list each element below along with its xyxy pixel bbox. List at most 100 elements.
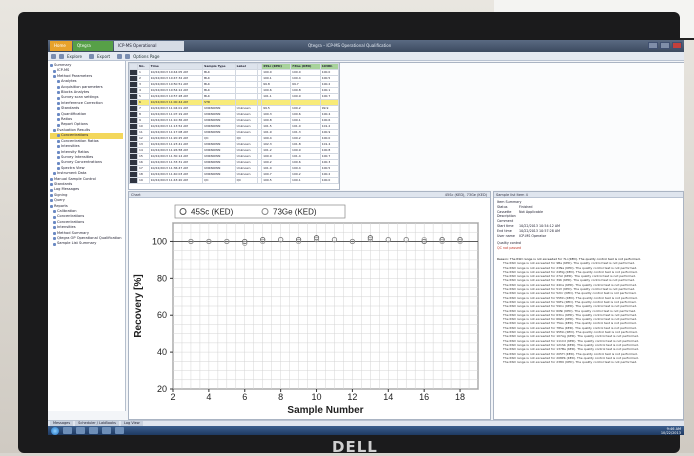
tree-node-icon bbox=[53, 215, 56, 219]
x-tick-label: 10 bbox=[312, 392, 322, 402]
x-tick-label: 6 bbox=[242, 392, 247, 402]
tree-node-icon bbox=[57, 134, 60, 138]
tree-node-icon bbox=[50, 199, 53, 203]
tree-node-icon bbox=[53, 237, 56, 241]
tree-node-icon bbox=[57, 139, 60, 143]
tree-node-icon bbox=[50, 188, 53, 192]
tree-node-icon bbox=[57, 91, 60, 95]
legend-label: 73Ge (KED) bbox=[273, 208, 317, 217]
tree-node-icon bbox=[53, 242, 56, 246]
tab-qualification-grid[interactable]: ICP-MS Operational Qualification - Grid.… bbox=[114, 41, 184, 58]
x-tick-label: 18 bbox=[455, 392, 465, 402]
taskbar-app-window-icon[interactable] bbox=[115, 427, 124, 434]
qc-status: QC not passed bbox=[497, 246, 522, 251]
row-selector[interactable] bbox=[129, 177, 138, 184]
save-icon[interactable] bbox=[51, 53, 56, 59]
grid-empty-area bbox=[340, 62, 684, 190]
tree-node-icon bbox=[57, 107, 60, 111]
table-cell[interactable]: QC bbox=[234, 177, 259, 184]
tree-node-icon bbox=[57, 85, 60, 89]
y-tick-label: 100 bbox=[152, 236, 167, 246]
x-tick-label: 14 bbox=[383, 392, 393, 402]
sample-item-panel-title: Sample list Item 4 bbox=[496, 193, 528, 197]
tree-node-icon bbox=[50, 183, 53, 187]
filter-icon[interactable] bbox=[117, 53, 123, 59]
chart-panel-title: Chart bbox=[131, 193, 141, 197]
tree-node-icon bbox=[50, 204, 53, 208]
tab-qtegra[interactable]: Qtegra bbox=[73, 41, 113, 51]
taskbar-app-qtegra-icon[interactable] bbox=[89, 427, 98, 434]
explore-button[interactable]: Explore bbox=[67, 54, 82, 59]
legend-label: 45Sc (KED) bbox=[191, 208, 234, 217]
sample-item-panel-header: Sample list Item 4 bbox=[494, 192, 683, 198]
table-cell[interactable]: 100.0 bbox=[319, 177, 339, 184]
tree-node-icon bbox=[53, 231, 56, 235]
x-axis-label: Sample Number bbox=[287, 405, 363, 416]
tree-node-icon bbox=[57, 112, 60, 116]
table-row[interactable]: 19 10/22/2013 11:43:20 AM QC QC 100.5 100.1 10… bbox=[129, 177, 339, 184]
title-bar: Home Page Qtegra ICP-MS Operational Qual… bbox=[48, 40, 684, 58]
tree-node-icon bbox=[57, 102, 60, 106]
toolbar: Explore Export Options Page bbox=[48, 52, 684, 61]
sample-item-panel: Sample list Item 4 Item Summary Status Fi… bbox=[493, 191, 684, 420]
tree-node-icon bbox=[53, 226, 56, 230]
tree-node-icon bbox=[50, 193, 53, 197]
close-button[interactable] bbox=[672, 42, 682, 49]
table-cell[interactable]: 100.5 bbox=[261, 177, 292, 184]
options-page-button[interactable]: Options Page bbox=[133, 54, 159, 59]
minimize-button[interactable] bbox=[648, 42, 658, 49]
settings-icon[interactable] bbox=[125, 53, 131, 59]
export-icon[interactable] bbox=[89, 53, 95, 59]
window-controls bbox=[648, 42, 682, 49]
x-tick-label: 12 bbox=[347, 392, 357, 402]
tree-node-icon bbox=[53, 69, 56, 73]
start-button[interactable] bbox=[51, 426, 59, 435]
results-grid: No. Time Sample Type Label 45Sc (KED) 73… bbox=[128, 62, 340, 190]
qc-message: The RSD range is not exceeded for 238U (… bbox=[503, 360, 638, 365]
tree-node-icon bbox=[57, 96, 60, 100]
export-button[interactable]: Export bbox=[97, 54, 110, 59]
y-tick-label: 80 bbox=[157, 273, 167, 283]
taskbar-clock[interactable]: 9:46 AM 10/22/2013 bbox=[661, 427, 681, 435]
x-tick-label: 8 bbox=[278, 392, 283, 402]
field-value: ICP-MS Operator bbox=[519, 233, 547, 238]
qc-status-row: QC not passed bbox=[497, 246, 680, 251]
tree-node-icon bbox=[57, 80, 60, 84]
tree-node-icon bbox=[57, 156, 60, 160]
tree-node-icon bbox=[57, 166, 60, 170]
window-title: Qtegra – ICP-MS Operational Qualificatio… bbox=[308, 43, 392, 48]
field-key: User name bbox=[497, 233, 515, 238]
tab-home[interactable]: Home Page bbox=[50, 41, 72, 58]
tree-node-icon bbox=[53, 220, 56, 224]
summary-field: User name ICP-MS Operator bbox=[497, 234, 680, 239]
tree-node-icon bbox=[53, 129, 56, 133]
clock-date: 10/22/2013 bbox=[660, 430, 681, 435]
chart-panel-header: Chart 45Sc (KED), 73Ge (KED) bbox=[129, 192, 490, 198]
y-tick-label: 60 bbox=[157, 310, 167, 320]
tree-node-icon bbox=[50, 177, 53, 181]
tree-item[interactable]: Sample List Summary bbox=[50, 241, 123, 246]
tree-node-icon bbox=[57, 145, 60, 149]
tree-node-icon bbox=[53, 75, 56, 79]
y-tick-label: 20 bbox=[157, 384, 167, 394]
tree-node-icon bbox=[53, 210, 56, 214]
maximize-button[interactable] bbox=[660, 42, 670, 49]
taskbar-app-pdf-icon[interactable] bbox=[102, 427, 111, 434]
y-axis-label: Recovery [%] bbox=[133, 274, 144, 337]
chart-panel-series-label: 45Sc (KED), 73Ge (KED) bbox=[444, 193, 487, 197]
taskbar: 9:46 AM 10/22/2013 bbox=[48, 426, 684, 435]
tree-node-icon bbox=[57, 150, 60, 154]
table-cell[interactable]: 19 bbox=[137, 177, 150, 184]
tree-node-icon bbox=[57, 123, 60, 127]
navigation-tree: Summary ICP-MS Method Parameters Analytes Ac… bbox=[48, 61, 126, 411]
tree-node-icon bbox=[57, 161, 60, 165]
taskbar-app-explorer-icon[interactable] bbox=[63, 427, 72, 434]
open-icon[interactable] bbox=[59, 53, 64, 59]
monitor-brand-logo: DELL bbox=[332, 438, 378, 456]
table-cell[interactable]: 100.1 bbox=[290, 177, 321, 184]
table-cell[interactable]: 10/22/2013 11:43:20 AM bbox=[148, 177, 204, 184]
x-tick-label: 2 bbox=[170, 392, 175, 402]
table-cell[interactable]: QC bbox=[202, 177, 236, 184]
taskbar-app-browser-icon[interactable] bbox=[76, 427, 85, 434]
field-value: Not Applicable bbox=[519, 209, 543, 214]
